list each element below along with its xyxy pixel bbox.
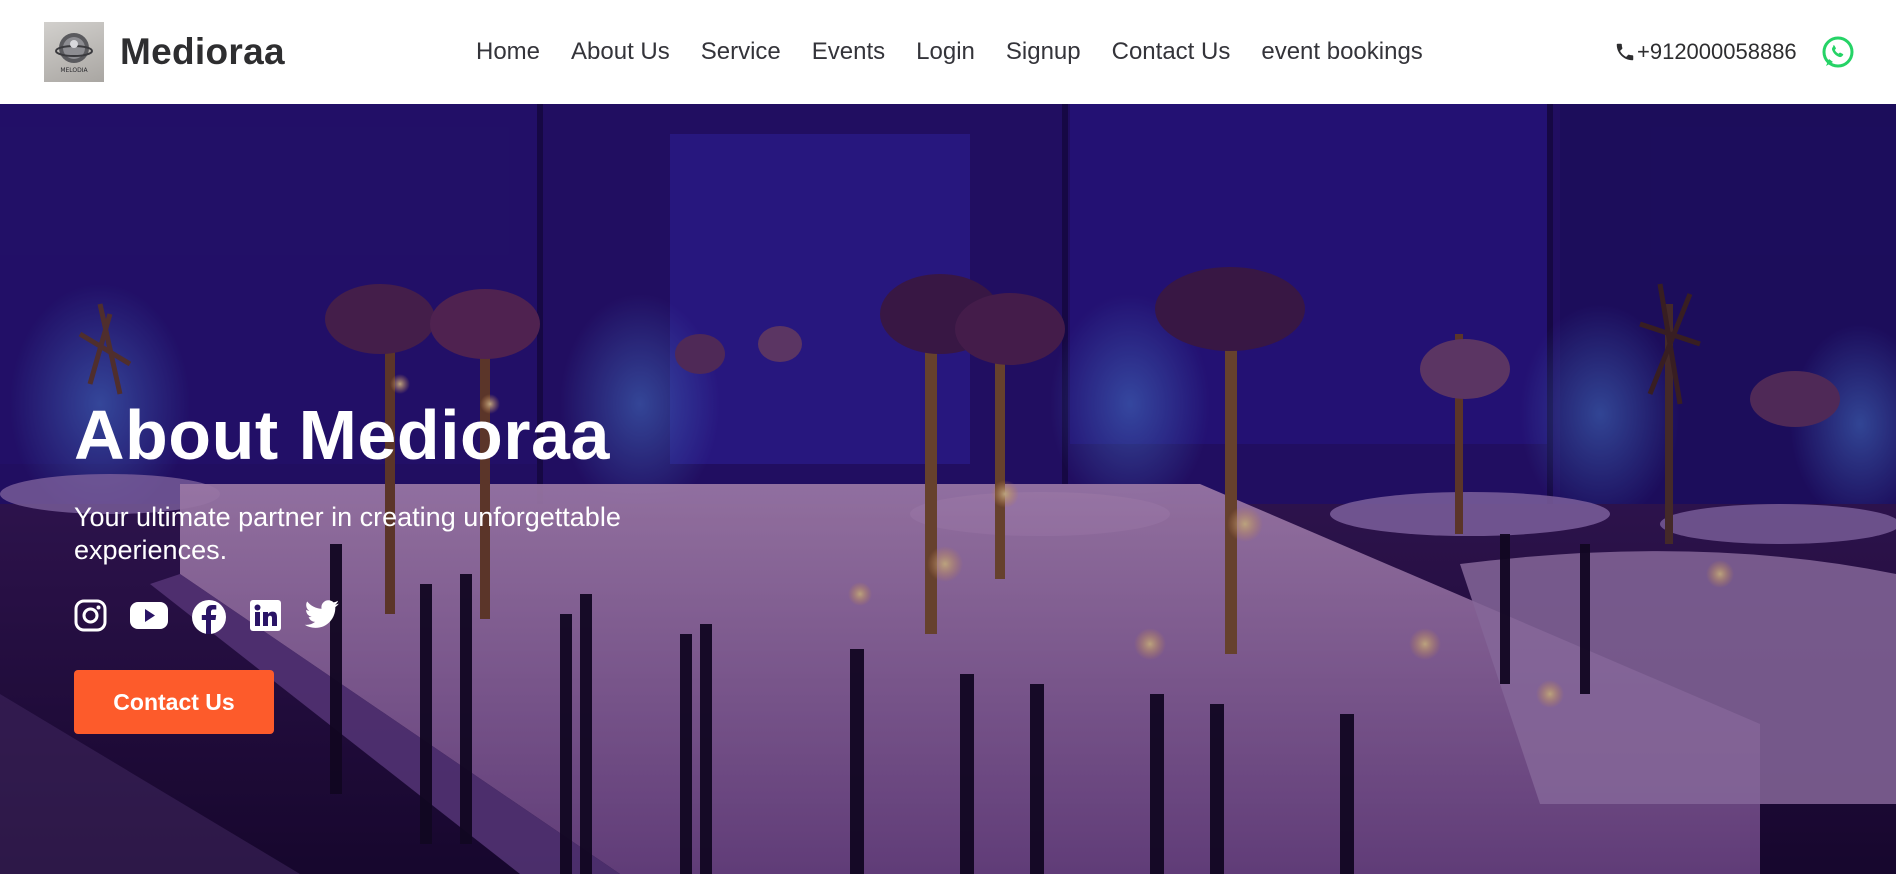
hero-title: About Medioraa <box>74 396 610 474</box>
nav-item-service[interactable]: Service <box>701 38 781 66</box>
site-header: MELODIA Medioraa Home About Us Service E… <box>0 0 1896 104</box>
nav-item-contact-us[interactable]: Contact Us <box>1112 38 1231 66</box>
brand[interactable]: MELODIA Medioraa <box>44 22 285 82</box>
header-contact: +912000058886 <box>1614 0 1855 104</box>
phone-number[interactable]: +912000058886 <box>1637 39 1797 65</box>
nav-item-signup[interactable]: Signup <box>1006 38 1081 66</box>
hero-section: About Medioraa Your ultimate partner in … <box>0 104 1896 874</box>
youtube-icon[interactable] <box>129 599 169 635</box>
nav-item-home[interactable]: Home <box>476 38 540 66</box>
twitter-icon[interactable] <box>304 599 340 635</box>
whatsapp-icon[interactable] <box>1821 35 1855 69</box>
brand-name[interactable]: Medioraa <box>120 31 285 73</box>
nav-item-events[interactable]: Events <box>812 38 885 66</box>
social-links <box>74 599 714 635</box>
nav-item-about-us[interactable]: About Us <box>571 38 670 66</box>
phone-icon <box>1614 41 1636 63</box>
nav-item-event-bookings[interactable]: event bookings <box>1261 38 1422 66</box>
nav-item-login[interactable]: Login <box>916 38 975 66</box>
contact-us-button[interactable]: Contact Us <box>74 670 274 734</box>
svg-text:MELODIA: MELODIA <box>60 67 88 74</box>
linkedin-icon[interactable] <box>249 599 282 635</box>
brand-logo[interactable]: MELODIA <box>44 22 104 82</box>
logo-emblem-icon: MELODIA <box>55 33 93 74</box>
hero-subtitle: Your ultimate partner in creating unforg… <box>74 502 621 565</box>
facebook-icon[interactable] <box>191 599 227 635</box>
main-nav: Home About Us Service Events Login Signu… <box>476 0 1423 104</box>
hero-content: About Medioraa Your ultimate partner in … <box>74 394 714 734</box>
instagram-icon[interactable] <box>74 599 107 635</box>
